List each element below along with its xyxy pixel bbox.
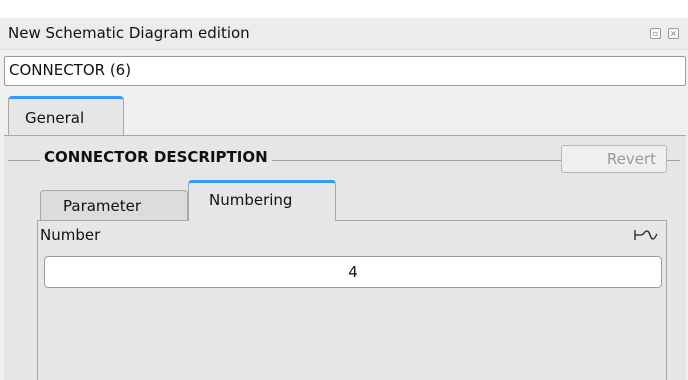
tab-general[interactable]: General — [8, 96, 124, 136]
close-icon[interactable]: × — [668, 28, 679, 39]
tab-numbering[interactable]: Numbering — [188, 180, 336, 221]
sub-tabbar: Parameter Numbering — [0, 180, 688, 221]
number-input[interactable]: 4 — [44, 256, 662, 288]
numbering-panel — [37, 220, 667, 380]
dock-titlebar: New Schematic Diagram edition ▫ × — [0, 18, 688, 50]
top-strip — [0, 0, 688, 18]
number-label: Number — [40, 226, 101, 244]
main-tabbar: General — [0, 96, 688, 136]
tab-parameter-label: Parameter — [63, 197, 142, 215]
group-title: CONNECTOR DESCRIPTION — [40, 148, 272, 166]
revert-button[interactable]: Revert — [561, 145, 667, 173]
float-icon[interactable]: ▫ — [650, 28, 661, 39]
tab-general-label: General — [25, 109, 85, 127]
formula-icon[interactable] — [632, 226, 660, 244]
tab-parameter[interactable]: Parameter — [40, 190, 188, 220]
window-title: New Schematic Diagram edition — [8, 24, 250, 42]
tab-numbering-label: Numbering — [209, 191, 293, 209]
object-name-field[interactable]: CONNECTOR (6) — [4, 56, 686, 86]
